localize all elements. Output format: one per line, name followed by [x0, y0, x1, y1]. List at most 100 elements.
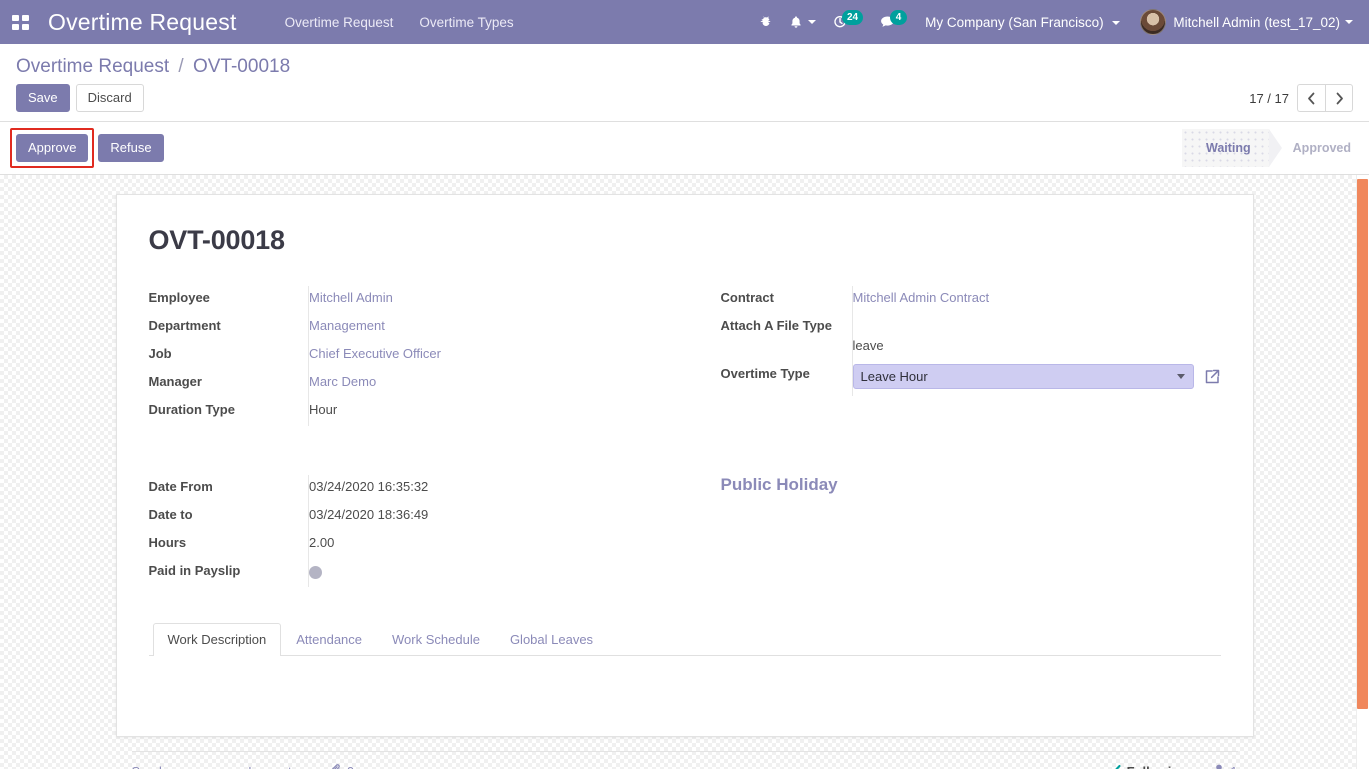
- fields-column-right: Contract Mitchell Admin Contract Attach …: [685, 286, 1221, 426]
- pager: 17 / 17: [1249, 84, 1353, 113]
- user-menu[interactable]: Mitchell Admin (test_17_02): [1130, 7, 1359, 37]
- breadcrumb-current: OVT-00018: [192, 56, 291, 77]
- paperclip-icon: [329, 763, 342, 769]
- followers-button[interactable]: 1: [1213, 764, 1238, 769]
- field-row-job: Job Chief Executive Officer: [148, 342, 685, 371]
- apps-grid-icon[interactable]: [0, 0, 40, 44]
- status-bar: Waiting Approved: [1181, 129, 1369, 168]
- value-manager[interactable]: Marc Demo: [309, 374, 376, 389]
- value-date-from[interactable]: 03/24/2020 16:35:32: [308, 475, 685, 504]
- following-button[interactable]: Following: [1107, 764, 1188, 769]
- followers-count: 1: [1230, 764, 1237, 769]
- field-row-paid-in-payslip: Paid in Payslip: [148, 559, 685, 588]
- approve-button-highlight: Approve: [10, 128, 95, 169]
- overtime-type-select[interactable]: Leave Hour: [852, 364, 1194, 390]
- status-waiting[interactable]: Waiting: [1181, 129, 1284, 168]
- messages-chat-icon[interactable]: 4: [871, 10, 915, 34]
- chatter-right-tools: Following 1: [1107, 764, 1238, 769]
- chevron-right-icon[interactable]: [1325, 84, 1353, 113]
- chevron-left-icon[interactable]: [1297, 84, 1325, 113]
- tab-work-description[interactable]: Work Description: [152, 623, 282, 657]
- field-row-department: Department Management: [148, 314, 685, 343]
- label-attach-a-file-type: Attach A File Type: [720, 318, 832, 334]
- bug-icon[interactable]: [750, 10, 781, 34]
- attachments-button[interactable]: 0: [329, 763, 354, 769]
- label-employee: Employee: [148, 290, 210, 306]
- send-message-button[interactable]: Send message: [132, 764, 219, 769]
- refuse-button[interactable]: Refuse: [98, 134, 164, 163]
- approve-button[interactable]: Approve: [16, 134, 89, 163]
- status-waiting-label: Waiting: [1205, 141, 1251, 156]
- status-approved-label: Approved: [1292, 141, 1351, 156]
- value-date-to[interactable]: 03/24/2020 18:36:49: [308, 503, 685, 532]
- status-approved[interactable]: Approved: [1268, 129, 1369, 168]
- label-overtime-type: Overtime Type: [720, 366, 810, 382]
- field-row-duration-type: Duration Type Hour: [148, 398, 685, 427]
- label-department: Department: [148, 318, 221, 334]
- log-note-button[interactable]: Log note: [248, 764, 299, 769]
- messages-count-badge: 4: [890, 10, 908, 25]
- fields-spacer: [149, 426, 1221, 475]
- label-duration-type: Duration Type: [148, 402, 235, 418]
- check-icon: [1107, 764, 1121, 769]
- user-name: Mitchell Admin (test_17_02): [1173, 14, 1340, 30]
- following-label: Following: [1127, 764, 1188, 769]
- value-department[interactable]: Management: [309, 318, 385, 333]
- vertical-scrollbar-track[interactable]: [1356, 175, 1369, 769]
- avatar: [1140, 9, 1167, 35]
- control-panel: Overtime Request / OVT-00018 Save Discar…: [0, 44, 1369, 123]
- label-contract: Contract: [720, 290, 774, 306]
- activity-clock-icon[interactable]: 24: [824, 10, 871, 34]
- vertical-scrollbar-thumb[interactable]: [1357, 179, 1368, 710]
- company-name: My Company (San Francisco): [925, 14, 1104, 30]
- fields-column-left: Employee Mitchell Admin Department Manag…: [148, 286, 685, 427]
- label-paid-in-payslip: Paid in Payslip: [148, 563, 241, 579]
- breadcrumb: Overtime Request / OVT-00018: [16, 44, 1353, 84]
- value-contract[interactable]: Mitchell Admin Contract: [853, 290, 990, 305]
- app-brand-title: Overtime Request: [48, 8, 237, 35]
- notebook: Work Description Attendance Work Schedul…: [148, 623, 1221, 710]
- form-sheet: OVT-00018 Employee Mitchell Admin Depart…: [115, 194, 1254, 738]
- company-caret-icon: [1112, 20, 1121, 25]
- tab-work-schedule[interactable]: Work Schedule: [377, 623, 495, 656]
- tab-global-leaves[interactable]: Global Leaves: [495, 623, 608, 656]
- external-link-icon[interactable]: [1203, 368, 1221, 386]
- field-row-contract: Contract Mitchell Admin Contract: [720, 286, 1221, 315]
- page-title: OVT-00018: [148, 225, 285, 256]
- label-date-from: Date From: [148, 479, 213, 495]
- bell-caret-icon: [807, 20, 816, 24]
- nav-menu-overtime-types[interactable]: Overtime Types: [409, 9, 523, 36]
- activity-count-badge: 24: [841, 10, 864, 25]
- save-button[interactable]: Save: [16, 84, 70, 113]
- value-attach-a-file-type: leave: [851, 314, 1221, 363]
- chatter-toolbar: Send message Log note 0 Following: [131, 751, 1238, 769]
- field-row-hours: Hours 2.00: [148, 531, 685, 560]
- tab-attendance[interactable]: Attendance: [281, 623, 377, 656]
- fields-column-public-holiday: Public Holiday: [685, 475, 1221, 587]
- breadcrumb-root[interactable]: Overtime Request: [16, 56, 169, 77]
- apps-grid-glyph: [11, 14, 29, 30]
- paid-in-payslip-toggle[interactable]: [309, 566, 322, 580]
- field-row-employee: Employee Mitchell Admin: [148, 286, 685, 315]
- chatter: Send message Log note 0 Following: [116, 751, 1254, 769]
- discard-button[interactable]: Discard: [75, 84, 144, 113]
- user-caret-icon: [1345, 20, 1353, 24]
- notebook-tabs: Work Description Attendance Work Schedul…: [148, 623, 1221, 657]
- fields-grid-bottom: Date From 03/24/2020 16:35:32 Date to 03…: [148, 475, 1221, 588]
- attachment-count: 0: [347, 764, 354, 769]
- label-job: Job: [148, 346, 172, 362]
- field-row-date-from: Date From 03/24/2020 16:35:32: [148, 475, 685, 504]
- value-employee[interactable]: Mitchell Admin: [309, 290, 393, 305]
- company-switcher[interactable]: My Company (San Francisco): [915, 11, 1130, 34]
- field-row-attach-a-file-type: Attach A File Type leave: [720, 314, 1221, 363]
- tab-pane-work-description: [149, 656, 1221, 710]
- value-job[interactable]: Chief Executive Officer: [309, 346, 441, 361]
- label-hours: Hours: [148, 535, 187, 551]
- value-hours[interactable]: 2.00: [308, 531, 685, 560]
- nav-menu-overtime-request[interactable]: Overtime Request: [275, 9, 404, 36]
- label-date-to: Date to: [148, 507, 193, 523]
- field-row-date-to: Date to 03/24/2020 18:36:49: [148, 503, 685, 532]
- field-row-manager: Manager Marc Demo: [149, 370, 685, 399]
- pager-value: 17 / 17: [1249, 90, 1289, 106]
- notifications-bell-icon[interactable]: [781, 10, 824, 34]
